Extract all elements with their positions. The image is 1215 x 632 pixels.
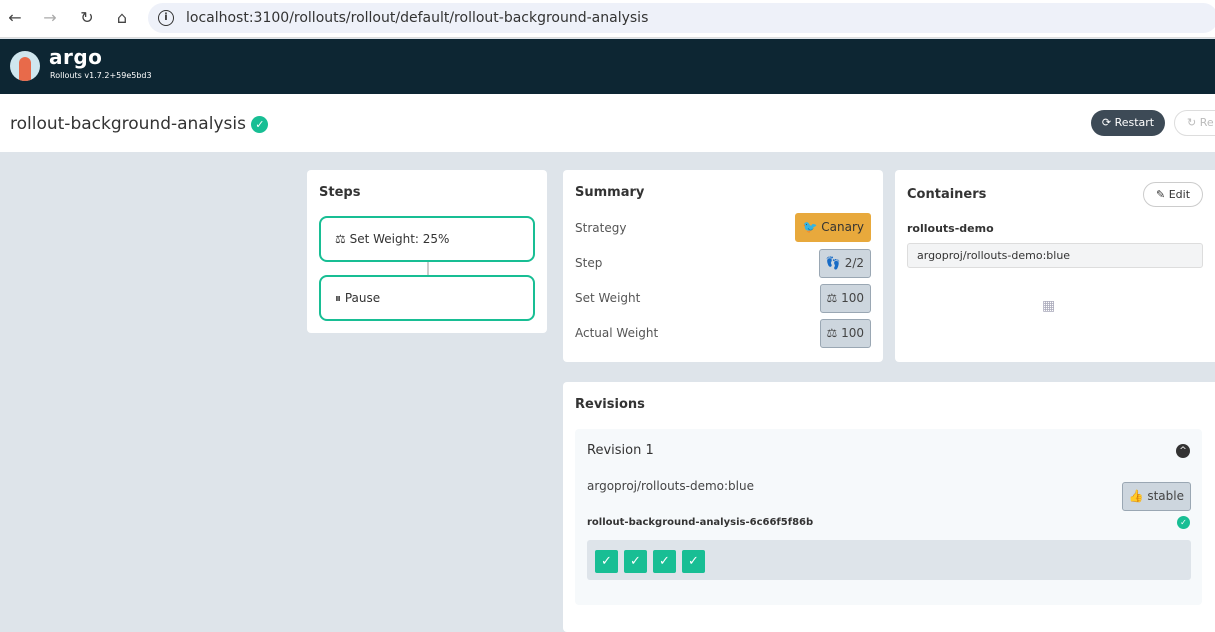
set-weight-value: 100 [841, 291, 864, 305]
forward-icon[interactable]: → [40, 8, 60, 27]
sync-icon: ⟳ [1101, 116, 1112, 129]
pod-status-icon[interactable]: ✓ [595, 550, 618, 573]
summary-card: Summary Strategy 🐦 Canary Step 👣 2/2 Set… [563, 170, 883, 362]
container-name: rollouts-demo [907, 222, 994, 235]
step-pause[interactable]: ⏸ Pause [319, 275, 535, 321]
healthy-check-icon: ✓ [251, 116, 269, 133]
version-label: Rollouts v1.7.2+59e5bd3 [50, 71, 152, 80]
set-weight-label: Set Weight [575, 291, 641, 305]
set-weight-badge: ⚖ 100 [819, 284, 871, 313]
pod-status-icon[interactable]: ✓ [653, 550, 676, 573]
stable-label: stable [1147, 489, 1184, 503]
replicaset-healthy-icon: ✓ [1177, 516, 1190, 529]
revision-panel: Revision 1 ^ argoproj/rollouts-demo:blue… [575, 429, 1202, 605]
revision-image: argoproj/rollouts-demo:blue [587, 479, 754, 493]
step-connector [427, 262, 429, 275]
home-icon[interactable]: ⌂ [112, 8, 132, 27]
steps-card: Steps ⚖ Set Weight: 25% ⏸ Pause [307, 170, 547, 333]
redo-icon: ↻ [1187, 116, 1197, 129]
back-icon[interactable]: ← [5, 8, 25, 27]
pod-status-icon[interactable]: ✓ [682, 550, 705, 573]
strategy-badge: 🐦 Canary [795, 213, 871, 242]
container-image-input[interactable]: argoproj/rollouts-demo:blue [907, 243, 1203, 268]
step-badge: 👣 2/2 [818, 249, 871, 278]
step-label: Set Weight: 25% [349, 232, 450, 246]
stable-badge: 👍 stable [1121, 482, 1191, 511]
canary-bird-icon: 🐦 [802, 220, 818, 234]
step-value: 2/2 [844, 256, 864, 270]
balance-scale-icon: ⚖ [826, 326, 838, 340]
restart-button[interactable]: ⟳ Restart [1091, 110, 1165, 136]
strategy-label: Strategy [575, 221, 627, 235]
pause-icon: ⏸ [335, 291, 342, 305]
title-bar: rollout-background-analysis ✓ ⟳ Restart … [0, 94, 1215, 152]
info-icon[interactable]: i [158, 10, 174, 26]
replicaset-name: rollout-background-analysis-6c66f5f86b [587, 517, 814, 528]
balance-scale-icon: ⚖ [826, 291, 838, 305]
containers-title: Containers [907, 187, 987, 202]
collapse-chevron-icon[interactable]: ^ [1176, 444, 1190, 458]
restart-label: Restart [1114, 116, 1155, 129]
argo-logo-icon[interactable] [10, 51, 40, 81]
strategy-value: Canary [821, 220, 864, 234]
revisions-card: Revisions Revision 1 ^ argoproj/rollouts… [563, 382, 1215, 632]
url-text: localhost:3100/rollouts/rollout/default/… [186, 10, 649, 26]
browser-bar: ← → ↻ ⌂ i localhost:3100/rollouts/rollout… [0, 0, 1215, 38]
edit-button[interactable]: ✎ Edit [1143, 182, 1203, 207]
reload-icon[interactable]: ↻ [77, 8, 97, 27]
summary-title: Summary [575, 185, 645, 200]
revisions-title: Revisions [575, 397, 645, 412]
revision-title: Revision 1 [587, 443, 654, 458]
url-bar[interactable]: i localhost:3100/rollouts/rollout/default… [148, 3, 1215, 33]
thumbs-up-icon: 👍 [1128, 489, 1144, 503]
page-title: rollout-background-analysis ✓ [10, 114, 269, 134]
edit-label: Edit [1168, 188, 1191, 201]
retry-label: Re [1199, 116, 1214, 129]
brand-name: argo [49, 45, 103, 69]
cubes-icon: ▦ [1042, 298, 1056, 314]
actual-weight-value: 100 [841, 326, 864, 340]
app-header: argo Rollouts v1.7.2+59e5bd3 [0, 39, 1215, 94]
pencil-icon: ✎ [1155, 188, 1166, 201]
retry-button[interactable]: ↻ Re [1174, 110, 1215, 136]
rollout-name: rollout-background-analysis [10, 114, 246, 134]
step-label: Pause [344, 291, 381, 305]
pod-status-icon[interactable]: ✓ [624, 550, 647, 573]
pods-container: ✓ ✓ ✓ ✓ [587, 540, 1191, 580]
step-label: Step [575, 256, 603, 270]
actual-weight-badge: ⚖ 100 [819, 319, 871, 348]
steps-title: Steps [319, 185, 361, 200]
step-set-weight[interactable]: ⚖ Set Weight: 25% [319, 216, 535, 262]
weight-icon: ⚖ [335, 232, 346, 246]
containers-card: Containers ✎ Edit rollouts-demo argoproj… [895, 170, 1215, 362]
shoe-prints-icon: 👣 [825, 256, 841, 270]
actual-weight-label: Actual Weight [575, 326, 659, 340]
